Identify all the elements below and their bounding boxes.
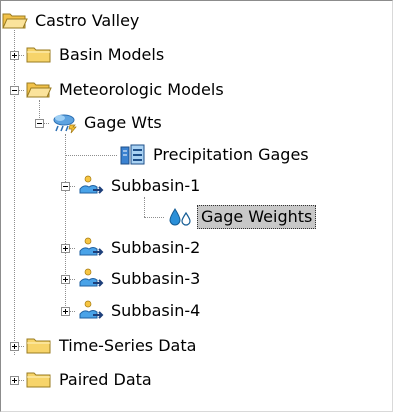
- tree-connector: [144, 197, 145, 217]
- folder-icon: [25, 43, 52, 67]
- collapse-subbasin-1-button[interactable]: [61, 182, 70, 191]
- expand-subbasin-3-button[interactable]: [61, 275, 70, 284]
- tree-node-label: Time-Series Data: [59, 336, 197, 355]
- tree-node-label: Subbasin-4: [111, 301, 201, 320]
- tree-connector: [14, 30, 15, 355]
- tree-node-label: Meteorologic Models: [59, 80, 224, 99]
- subbasin-icon: [77, 267, 104, 291]
- project-explorer-tree: Castro Valley Basin Models Meteorologic …: [0, 0, 393, 412]
- expand-subbasin-2-button[interactable]: [61, 244, 70, 253]
- tree-node-subbasin-2[interactable]: Subbasin-2: [77, 234, 203, 262]
- tree-node-time-series-data[interactable]: Time-Series Data: [25, 332, 199, 360]
- tree-node-label: Subbasin-3: [111, 269, 201, 288]
- tree-node-paired-data[interactable]: Paired Data: [25, 366, 155, 394]
- subbasin-icon: [77, 236, 104, 260]
- tree-node-gage-wts[interactable]: Gage Wts: [50, 109, 165, 137]
- tree-node-label: Gage Weights: [197, 205, 317, 229]
- expand-paired-data-button[interactable]: [10, 376, 19, 385]
- folder-open-icon: [1, 9, 28, 33]
- tree-node-label: Basin Models: [59, 45, 165, 64]
- expand-basin-models-button[interactable]: [10, 51, 19, 60]
- expand-time-series-data-button[interactable]: [10, 342, 19, 351]
- tree-connector: [144, 217, 164, 218]
- tree-node-label: Paired Data: [59, 370, 152, 389]
- tree-node-subbasin-4[interactable]: Subbasin-4: [77, 297, 203, 325]
- tree-node-subbasin-3[interactable]: Subbasin-3: [77, 265, 203, 293]
- tree-node-label: Subbasin-2: [111, 238, 201, 257]
- tree-connector: [65, 134, 66, 312]
- tree-connector: [65, 155, 117, 156]
- folder-icon: [25, 334, 52, 358]
- meteorologic-model-icon: [50, 111, 77, 135]
- tree-node-castro-valley[interactable]: Castro Valley: [1, 7, 142, 35]
- tree-node-basin-models[interactable]: Basin Models: [25, 41, 167, 69]
- tree-node-subbasin-1[interactable]: Subbasin-1: [77, 172, 203, 200]
- tree-node-gage-weights[interactable]: Gage Weights: [166, 203, 317, 231]
- subbasin-icon: [77, 299, 104, 323]
- collapse-gage-wts-button[interactable]: [35, 119, 44, 128]
- folder-open-icon: [25, 78, 52, 102]
- tree-node-label: Precipitation Gages: [153, 145, 309, 164]
- expand-subbasin-4-button[interactable]: [61, 307, 70, 316]
- tree-node-meteorologic-models[interactable]: Meteorologic Models: [25, 76, 227, 104]
- folder-icon: [25, 368, 52, 392]
- water-drops-icon: [166, 205, 193, 229]
- tree-node-precipitation-gages[interactable]: Precipitation Gages: [119, 141, 312, 169]
- tree-node-label: Gage Wts: [84, 113, 162, 132]
- precipitation-gages-icon: [119, 143, 146, 167]
- subbasin-icon: [77, 174, 104, 198]
- tree-node-label: Subbasin-1: [111, 176, 201, 195]
- collapse-meteorologic-models-button[interactable]: [10, 86, 19, 95]
- tree-node-label: Castro Valley: [35, 11, 140, 30]
